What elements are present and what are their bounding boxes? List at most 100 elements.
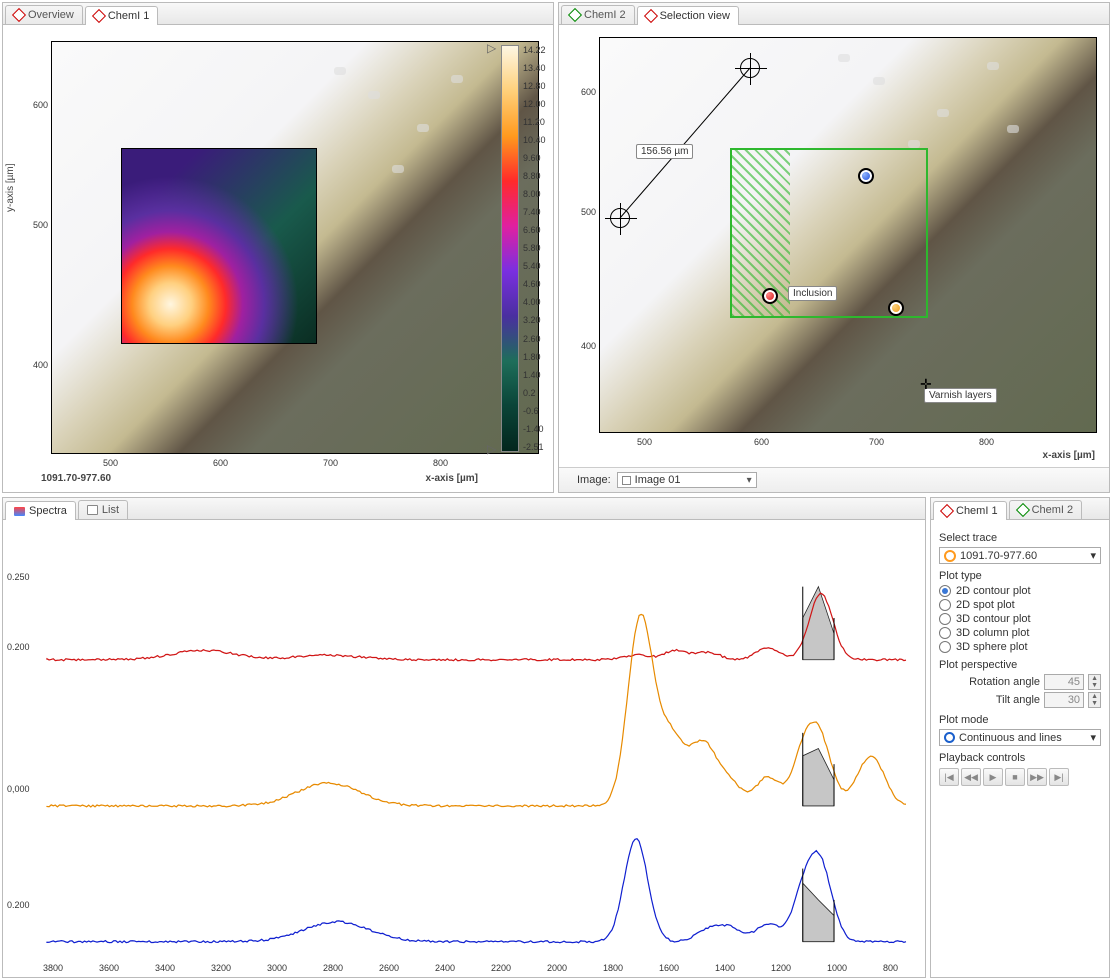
x-tick: 2000 — [547, 963, 567, 973]
panel-tab-chemi1-label: ChemI 1 — [956, 505, 998, 517]
trace-dropdown[interactable]: 1091.70-977.60▾ — [939, 547, 1101, 564]
tab-list[interactable]: List — [78, 500, 128, 519]
x-tick: 3400 — [155, 963, 175, 973]
cursor-crosshair-icon: ✛ — [920, 376, 932, 393]
right-pane: ChemI 2 Selection view Inclusion Varnish… — [558, 2, 1110, 493]
x-tick: 700 — [323, 458, 338, 468]
plot-mode-label: Plot mode — [939, 714, 1101, 726]
tab-overview[interactable]: Overview — [5, 5, 83, 24]
y-tick: 400 — [581, 341, 596, 351]
panel-tabs: ChemI 1 ChemI 2 — [931, 498, 1109, 520]
marker-blue[interactable] — [858, 168, 874, 184]
x-tick: 500 — [103, 458, 118, 468]
right-x-axis-label: x-axis [µm] — [1043, 450, 1095, 461]
rotation-angle-label: Rotation angle — [969, 676, 1040, 688]
playback-controls: |◀ ◀◀ ▶ ■ ▶▶ ▶| — [939, 768, 1101, 786]
tab-chemi2-label: ChemI 2 — [584, 9, 626, 21]
playback-stop-button[interactable]: ■ — [1005, 768, 1025, 786]
radio-2d-spot[interactable]: 2D spot plot — [939, 599, 1101, 611]
x-tick: 2600 — [379, 963, 399, 973]
tab-chemi2[interactable]: ChemI 2 — [561, 5, 635, 24]
left-x-axis-label: x-axis [µm] — [426, 473, 478, 484]
y-tick: 500 — [581, 207, 596, 217]
mode-icon — [944, 732, 955, 743]
y-tick: 0.200 — [7, 900, 30, 910]
x-tick: 800 — [433, 458, 448, 468]
radio-3d-contour[interactable]: 3D contour plot — [939, 613, 1101, 625]
right-plot[interactable]: Inclusion Varnish layers ✛ 156.56 µm 500… — [559, 25, 1109, 467]
spectra-tabs: Spectra List — [3, 498, 925, 520]
plot-mode-dropdown[interactable]: Continuous and lines▾ — [939, 729, 1101, 746]
left-y-axis-label: y-axis [µm] — [5, 163, 16, 212]
chevron-down-icon: ▾ — [1090, 549, 1096, 562]
image-dropdown[interactable]: Image 01 — [617, 472, 757, 488]
marker-red[interactable] — [762, 288, 778, 304]
spectra-pane: Spectra List 0.250 0.200 0,000 0.200 380… — [2, 497, 926, 978]
x-tick: 3600 — [99, 963, 119, 973]
marker-orange[interactable] — [888, 300, 904, 316]
x-tick: 2400 — [435, 963, 455, 973]
spectra-chart — [37, 524, 917, 973]
tilt-angle-label: Tilt angle — [996, 694, 1040, 706]
perspective-label: Plot perspective — [939, 659, 1101, 671]
tab-selection-label: Selection view — [660, 10, 730, 22]
trace-icon — [944, 550, 956, 562]
x-tick: 1000 — [827, 963, 847, 973]
plot-type-label: Plot type — [939, 570, 1101, 582]
playback-last-button[interactable]: ▶| — [1049, 768, 1069, 786]
control-panel: ChemI 1 ChemI 2 Select trace 1091.70-977… — [930, 497, 1110, 978]
x-tick: 2200 — [491, 963, 511, 973]
x-tick: 1800 — [603, 963, 623, 973]
x-tick: 600 — [754, 437, 769, 447]
annotation-varnish[interactable]: Varnish layers — [924, 388, 997, 403]
rotation-spinner[interactable]: ▲▼ — [1088, 674, 1101, 690]
tilt-spinner[interactable]: ▲▼ — [1088, 692, 1101, 708]
playback-forward-button[interactable]: ▶▶ — [1027, 768, 1047, 786]
playback-first-button[interactable]: |◀ — [939, 768, 959, 786]
colorbar-min-arrow: ▷ — [487, 442, 496, 456]
x-tick: 1600 — [659, 963, 679, 973]
rotation-angle-input[interactable]: 45 — [1044, 674, 1084, 690]
panel-tab-chemi2[interactable]: ChemI 2 — [1009, 500, 1083, 519]
y-tick: 0.200 — [7, 642, 30, 652]
colorbar: ▷ ▷ 14.2213.4012.8012.0011.2010.409.608.… — [501, 45, 551, 452]
y-tick: 400 — [33, 360, 48, 370]
playback-play-button[interactable]: ▶ — [983, 768, 1003, 786]
radio-3d-sphere[interactable]: 3D sphere plot — [939, 641, 1101, 653]
tab-chemi1-label: ChemI 1 — [108, 10, 150, 22]
x-tick: 600 — [213, 458, 228, 468]
image-selector-bar: Image: Image 01 — [559, 467, 1109, 492]
annotation-inclusion[interactable]: Inclusion — [788, 286, 837, 301]
measure-distance-label: 156.56 µm — [636, 144, 693, 159]
left-pane: Overview ChemI 1 y-axis [µm] 500 600 700… — [2, 2, 554, 493]
panel-tab-chemi1[interactable]: ChemI 1 — [933, 501, 1007, 520]
image-selector-label: Image: — [577, 474, 611, 486]
measure-point-2[interactable] — [610, 208, 630, 228]
x-tick: 2800 — [323, 963, 343, 973]
tab-overview-label: Overview — [28, 9, 74, 21]
x-tick: 700 — [869, 437, 884, 447]
y-tick: 0.250 — [7, 572, 30, 582]
x-tick: 1200 — [771, 963, 791, 973]
playback-rewind-button[interactable]: ◀◀ — [961, 768, 981, 786]
playback-label: Playback controls — [939, 752, 1101, 764]
x-tick: 500 — [637, 437, 652, 447]
measure-point-1[interactable] — [740, 58, 760, 78]
radio-2d-contour[interactable]: 2D contour plot — [939, 585, 1101, 597]
tab-list-label: List — [102, 504, 119, 516]
tab-chemi1[interactable]: ChemI 1 — [85, 6, 159, 25]
tilt-angle-input[interactable]: 30 — [1044, 692, 1084, 708]
tab-spectra[interactable]: Spectra — [5, 501, 76, 520]
chemical-map-overlay — [121, 148, 317, 344]
left-tabs: Overview ChemI 1 — [3, 3, 553, 25]
x-tick: 3200 — [211, 963, 231, 973]
y-tick: 600 — [33, 100, 48, 110]
colorbar-max-arrow: ▷ — [487, 41, 496, 55]
tab-selection-view[interactable]: Selection view — [637, 6, 739, 25]
left-plot[interactable]: y-axis [µm] 500 600 700 800 600 500 400 … — [3, 25, 553, 492]
right-tabs: ChemI 2 Selection view — [559, 3, 1109, 25]
x-tick: 800 — [979, 437, 994, 447]
trace-range-label: 1091.70-977.60 — [41, 473, 111, 484]
spectra-plot[interactable]: 0.250 0.200 0,000 0.200 3800360034003200… — [3, 520, 925, 977]
radio-3d-column[interactable]: 3D column plot — [939, 627, 1101, 639]
